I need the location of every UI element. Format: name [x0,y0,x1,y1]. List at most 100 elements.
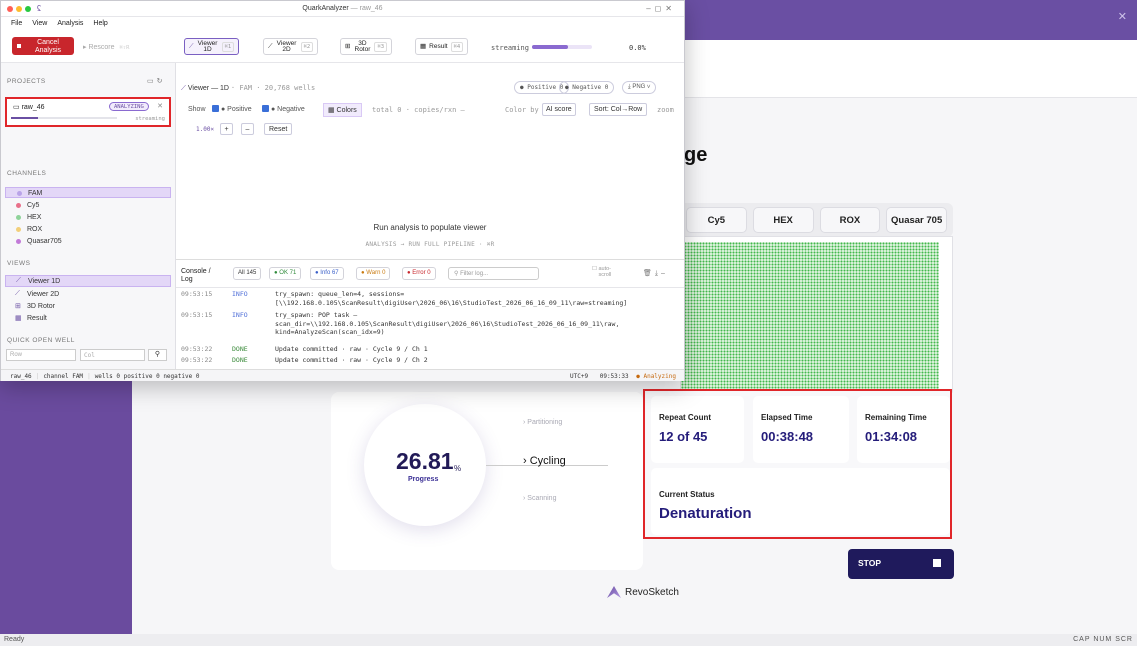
quick-open-header: QUICK OPEN WELL [7,337,75,344]
rotor-icon: ⊞ [15,303,21,310]
project-progress-fill [11,117,38,119]
view-item-result[interactable]: ▦ Result [5,313,171,325]
channel-dot [16,215,21,220]
viewer-panel: ⟋ Viewer — 1D · FAM · 20,768 wells ● Pos… [176,73,684,258]
negative-checkbox[interactable]: ● Negative [262,105,305,113]
color-by-select[interactable]: AI score [542,103,576,116]
filter-info[interactable]: ● Info 67 [310,267,344,280]
view-item-viewer-1d[interactable]: ⟋ Viewer 1D [5,275,171,287]
status-ready: Ready [4,636,25,643]
views-header: VIEWS [7,260,31,267]
view-item-label: Viewer 1D [28,278,61,285]
negative-count-chip[interactable]: ● Negative 0 [559,81,615,94]
filter-all[interactable]: All 145 [233,267,262,280]
log-time: 09:53:15 [181,311,213,319]
empty-state-title: Run analysis to populate viewer [373,223,487,232]
menu-help[interactable]: Help [93,20,107,32]
zoom-in-button[interactable]: + [220,123,233,135]
quarkanalyzer-window: ʢ QuarkAnalyzer — raw_46 –◻✕ File View A… [0,0,685,381]
project-progress-bar [11,117,117,119]
projects-header: PROJECTS [7,78,46,85]
logo-icon [607,586,621,598]
elapsed-time-card: Elapsed Time 00:38:48 [753,396,849,463]
zoom-out-button[interactable]: – [241,123,254,135]
progress-value: 26.81 [396,448,454,474]
repeat-count-card: Repeat Count 12 of 45 [651,396,744,463]
status-state: ● Analyzing [636,373,676,380]
result-button[interactable]: ▦ Result ⌘4 [415,38,469,55]
window-title-bar[interactable]: ʢ QuarkAnalyzer — raw_46 –◻✕ [1,1,684,17]
remaining-time-label: Remaining Time [865,413,927,422]
window-status-bar: raw_46 | channel FAM | wells 0 positive 0 ne… [1,369,684,381]
empty-state-hint: ANALYSIS → RUN FULL PIPELINE · ⌘R [365,241,495,248]
viewer-title: ⟋ Viewer — 1D · FAM · 20,768 wells [181,84,315,93]
positive-checkbox[interactable]: ● Positive [212,105,252,113]
export-png-button[interactable]: ⤓ PNG ∨ [622,81,657,94]
step-label: Scanning [527,495,557,502]
channel-cy5[interactable]: Cy5 [5,200,171,211]
colors-toggle[interactable]: ▦ Colors [323,103,362,117]
rescore-button[interactable]: ▸ Rescore ⌘⇧R [83,43,129,51]
col-input[interactable]: Col [80,349,145,361]
streaming-progress-fill [532,45,568,49]
close-icon[interactable]: ✕ [157,102,163,110]
channel-quasar705[interactable]: Quasar705 [5,236,171,247]
channel-fam[interactable]: FAM [5,187,171,198]
project-actions[interactable]: ▭↻ [147,77,165,85]
filter-error[interactable]: ● Error 0 [402,267,436,280]
grid-icon: ▦ [420,42,427,50]
row-input[interactable]: Row [6,349,76,361]
tab-cy5[interactable]: Cy5 [686,207,747,233]
filter-warn[interactable]: ● Warn 0 [356,267,391,280]
channel-label: Cy5 [27,202,40,209]
menu-file[interactable]: File [11,20,22,32]
streaming-progress-bar [532,45,592,49]
view-shortcut: ⌘1 [221,41,235,52]
project-item-raw-46[interactable]: ▭ raw_46 ANALYZING ✕ streaming [5,97,171,127]
log-filter-input[interactable]: ⚲ Filter log... [448,267,539,280]
stop-button[interactable]: STOP [848,549,954,579]
project-name-text: raw_46 [21,104,45,111]
viewer-title-text: Viewer — 1D [187,85,229,92]
window-title-project: — raw_46 [350,5,383,12]
well-grid [681,242,939,392]
current-status-label: Current Status [659,490,715,499]
current-status-card: Current Status Denaturation [651,468,950,535]
rotor-icon: ⊞ [345,42,351,50]
status-timezone: UTC+9 [570,373,589,380]
tab-quasar-705[interactable]: Quasar 705 [886,207,947,233]
console-actions[interactable]: 🗑⤓– [643,269,668,278]
tab-hex[interactable]: HEX [752,207,814,233]
project-name: ▭ raw_46 [13,104,45,111]
step-label: Partitioning [527,419,563,426]
filter-ok[interactable]: ● OK 71 [269,267,302,280]
channel-hex[interactable]: HEX [5,212,171,223]
cancel-analysis-button[interactable]: Cancel Analysis [12,37,74,55]
view-item-viewer-2d[interactable]: ⟋ Viewer 2D [5,289,171,301]
menu-analysis[interactable]: Analysis [57,20,83,32]
viewer-header: ⟋ Viewer — 1D · FAM · 20,768 wells ● Pos… [176,81,684,95]
menu-view[interactable]: View [32,20,47,32]
viewer-1d-button[interactable]: ⟋ Viewer 1D ⌘1 [184,38,240,55]
log-level: INFO [232,290,248,298]
channel-rox[interactable]: ROX [5,224,171,235]
auto-scroll-checkbox[interactable]: ☐ auto-scroll [592,266,620,278]
log-message: Update committed · raw · Cycle 9 / Ch 1 [275,345,428,353]
tab-rox[interactable]: ROX [819,207,881,233]
remaining-time-value: 01:34:08 [865,429,918,444]
reset-zoom-button[interactable]: Reset [264,123,293,135]
channel-label: FAM [28,190,43,197]
checkbox-checked-icon [212,105,219,112]
view-item-3d-rotor[interactable]: ⊞ 3D Rotor [5,301,171,313]
search-icon[interactable]: ⚲ [148,349,167,361]
status-left: raw_46 | channel FAM | wells 0 positive 0 ne… [10,373,200,380]
log-time: 09:53:15 [181,290,213,298]
viewer-2d-button[interactable]: ⟋ Viewer 2D ⌘2 [263,38,319,55]
close-icon[interactable]: ✕ [1118,10,1127,23]
window-controls[interactable]: –◻✕ [646,4,676,13]
3d-rotor-button[interactable]: ⊞ 3D Rotor ⌘3 [340,38,393,55]
step-partitioning: › Partitioning [523,419,563,426]
status-channel: channel FAM [43,373,84,380]
line-chart-icon: ⟋ [268,42,273,50]
sort-button[interactable]: Sort: Col→Row [589,103,648,116]
